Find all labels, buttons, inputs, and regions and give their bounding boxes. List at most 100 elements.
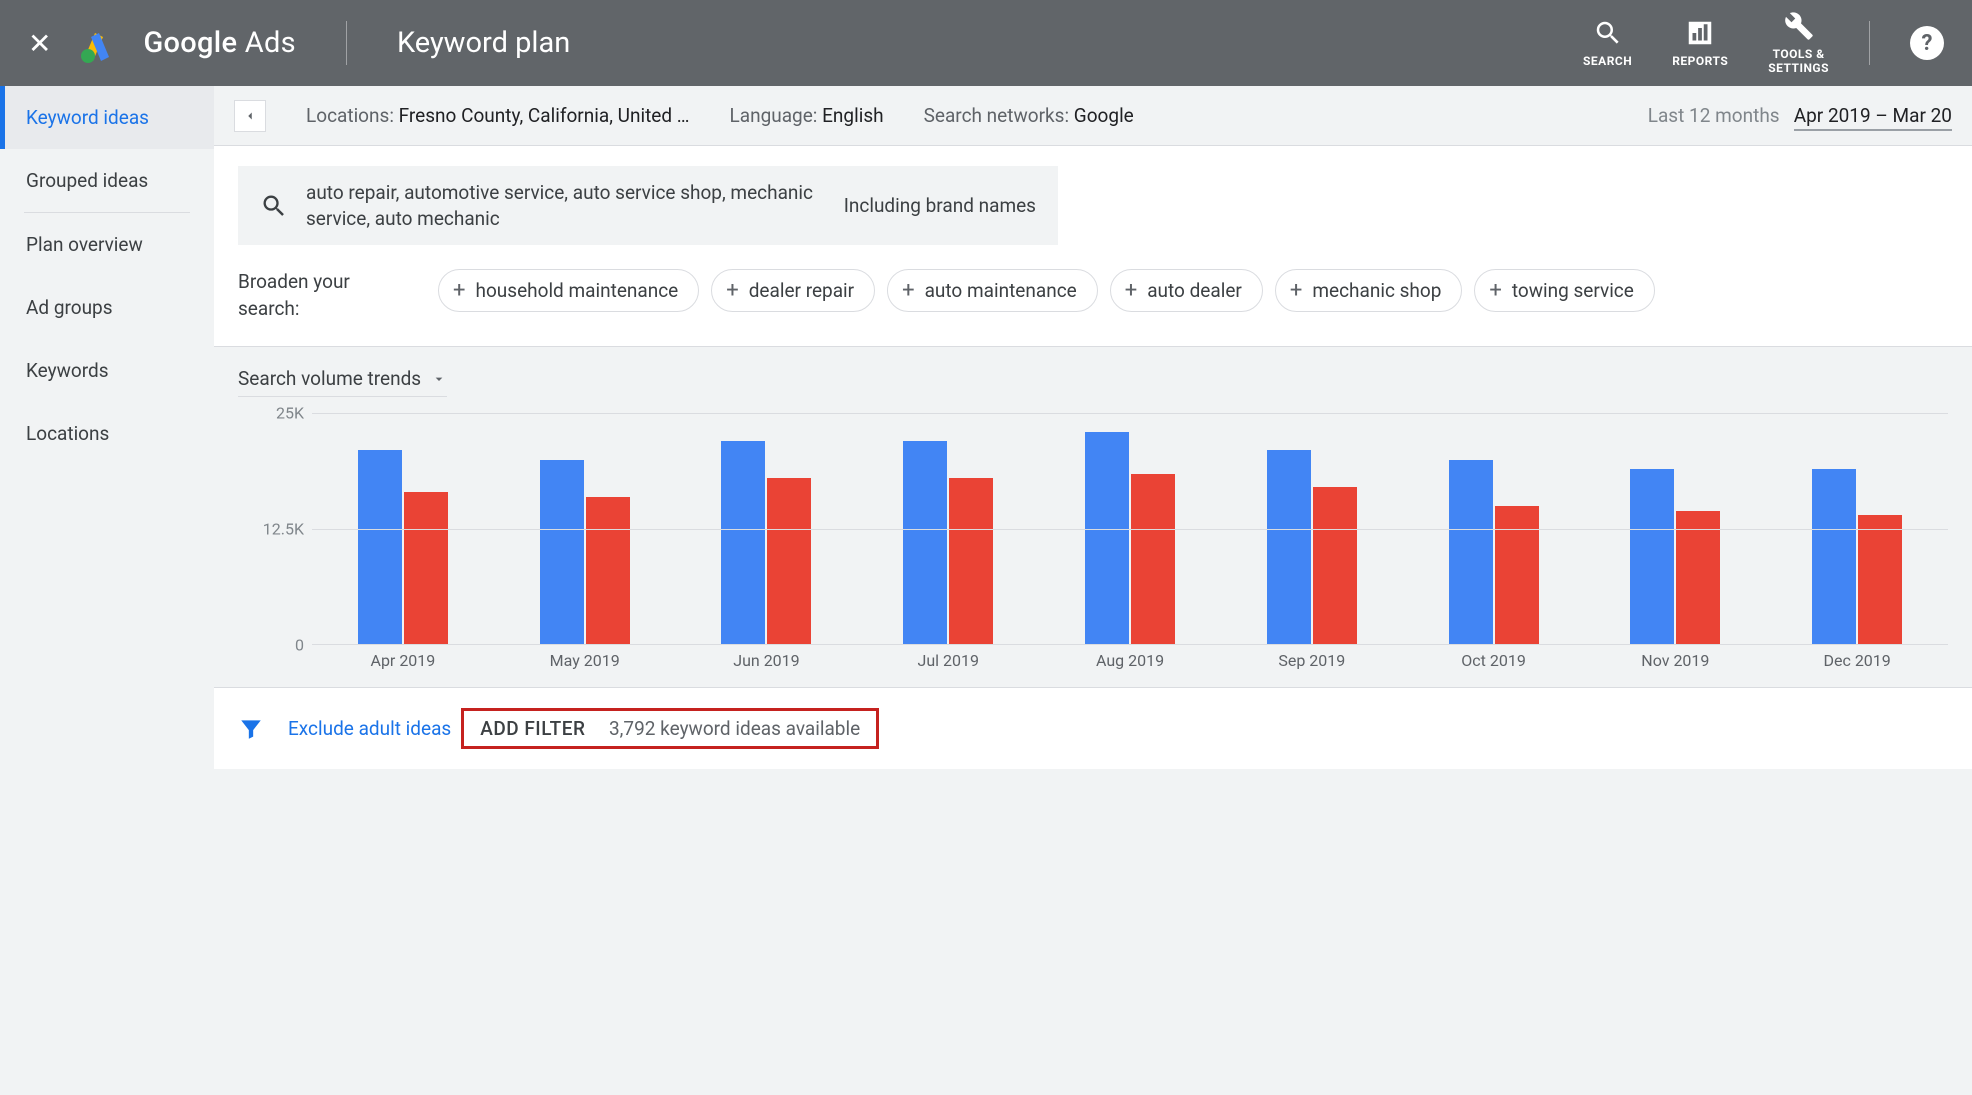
broaden-chip[interactable]: +towing service xyxy=(1474,269,1654,312)
chip-label: auto maintenance xyxy=(925,279,1077,302)
y-tick-label: 12.5K xyxy=(263,520,304,539)
broaden-chip[interactable]: + mechanic shop xyxy=(1275,269,1463,312)
chip-label: auto dealer xyxy=(1147,279,1242,302)
plus-icon: + xyxy=(1125,278,1137,303)
wrench-icon xyxy=(1784,11,1814,41)
chevron-left-icon xyxy=(243,109,257,123)
language-value: English xyxy=(822,104,883,127)
sidebar-item-ad-groups[interactable]: Ad groups xyxy=(0,276,214,339)
plus-icon: + xyxy=(1290,278,1302,303)
bar[interactable] xyxy=(358,450,402,644)
results-count: 3,792 keyword ideas available xyxy=(609,717,860,740)
exclude-adult-link[interactable]: Exclude adult ideas xyxy=(288,717,451,740)
bar[interactable] xyxy=(1495,506,1539,645)
help-button[interactable]: ? xyxy=(1910,26,1944,60)
locations-filter[interactable]: Locations: Fresno County, California, Un… xyxy=(306,104,690,127)
broaden-search: Broaden your search: +household maintena… xyxy=(214,255,1972,346)
bar[interactable] xyxy=(1812,469,1856,645)
date-range-filter[interactable]: Last 12 months Apr 2019 – Mar 20 xyxy=(1648,104,1952,127)
broaden-chip[interactable]: +household maintenance xyxy=(438,269,699,312)
x-tick-label: Dec 2019 xyxy=(1766,645,1948,673)
sidebar-item-locations[interactable]: Locations xyxy=(0,402,214,465)
filter-bar: Locations: Fresno County, California, Un… xyxy=(214,86,1972,146)
page-title: Keyword plan xyxy=(397,26,570,60)
x-tick-label: Sep 2019 xyxy=(1221,645,1403,673)
reports-nav[interactable]: REPORTS xyxy=(1672,18,1728,68)
language-filter[interactable]: Language: English xyxy=(730,104,884,127)
brand-names-toggle: Including brand names xyxy=(844,193,1036,219)
broaden-chip[interactable]: + dealer repair xyxy=(711,269,875,312)
x-tick-label: May 2019 xyxy=(494,645,676,673)
bar[interactable] xyxy=(404,492,448,644)
seed-card: auto repair, automotive service, auto se… xyxy=(214,146,1972,347)
bar[interactable] xyxy=(1267,450,1311,644)
bar[interactable] xyxy=(1630,469,1674,645)
add-filter-button[interactable]: ADD FILTER xyxy=(480,717,585,740)
divider xyxy=(1869,21,1870,65)
main-content: Locations: Fresno County, California, Un… xyxy=(214,86,1972,1095)
locations-value: Fresno County, California, United … xyxy=(399,104,690,127)
search-label: SEARCH xyxy=(1583,54,1632,68)
seed-keywords-input[interactable]: auto repair, automotive service, auto se… xyxy=(238,166,1058,245)
bar[interactable] xyxy=(1858,515,1902,644)
filter-icon[interactable] xyxy=(238,716,264,742)
x-axis: Apr 2019May 2019Jun 2019Jul 2019Aug 2019… xyxy=(312,645,1948,673)
reports-icon xyxy=(1685,18,1715,48)
networks-value: Google xyxy=(1074,104,1134,127)
bar[interactable] xyxy=(540,460,584,645)
broaden-chip[interactable]: + auto maintenance xyxy=(887,269,1098,312)
chevron-down-icon xyxy=(431,371,447,387)
x-tick-label: Jul 2019 xyxy=(857,645,1039,673)
y-axis: 012.5K25K xyxy=(238,413,312,645)
bar[interactable] xyxy=(949,478,993,644)
close-icon[interactable]: ✕ xyxy=(28,27,51,60)
networks-filter[interactable]: Search networks: Google xyxy=(924,104,1134,127)
chart-title-text: Search volume trends xyxy=(238,367,421,390)
results-toolbar: Exclude adult ideas ADD FILTER 3,792 key… xyxy=(214,687,1972,769)
bar[interactable] xyxy=(767,478,811,644)
chart-title-dropdown[interactable]: Search volume trends xyxy=(238,367,447,397)
locations-label: Locations: xyxy=(306,104,394,127)
bar[interactable] xyxy=(721,441,765,644)
tools-nav[interactable]: TOOLS & SETTINGS xyxy=(1768,11,1829,76)
x-tick-label: Jun 2019 xyxy=(676,645,858,673)
sidebar-item-plan-overview[interactable]: Plan overview xyxy=(0,213,214,276)
x-tick-label: Apr 2019 xyxy=(312,645,494,673)
sidebar: Keyword ideas Grouped ideas Plan overvie… xyxy=(0,86,214,1095)
plus-icon: + xyxy=(726,278,738,303)
chip-label: mechanic shop xyxy=(1312,279,1441,302)
date-value: Apr 2019 – Mar 20 xyxy=(1794,104,1952,131)
bar[interactable] xyxy=(1676,511,1720,645)
search-nav[interactable]: SEARCH xyxy=(1583,18,1632,68)
broaden-chip[interactable]: + auto dealer xyxy=(1110,269,1263,312)
networks-label: Search networks: xyxy=(924,104,1069,127)
chip-label: dealer repair xyxy=(749,279,854,302)
search-icon xyxy=(1593,18,1623,48)
x-tick-label: Oct 2019 xyxy=(1403,645,1585,673)
bar[interactable] xyxy=(903,441,947,644)
reports-label: REPORTS xyxy=(1672,54,1728,68)
bar[interactable] xyxy=(1313,487,1357,644)
y-tick-label: 0 xyxy=(295,636,304,655)
divider xyxy=(346,21,347,65)
date-label: Last 12 months xyxy=(1648,104,1780,127)
x-tick-label: Aug 2019 xyxy=(1039,645,1221,673)
broaden-label: Broaden your search: xyxy=(238,269,408,322)
chip-label: household maintenance xyxy=(475,279,678,302)
y-tick-label: 25K xyxy=(276,404,304,423)
bar[interactable] xyxy=(586,497,630,645)
sidebar-item-grouped-ideas[interactable]: Grouped ideas xyxy=(0,149,214,212)
bar[interactable] xyxy=(1449,460,1493,645)
bar[interactable] xyxy=(1085,432,1129,645)
bar[interactable] xyxy=(1131,474,1175,645)
app-header: ✕ Google Ads Keyword plan SEARCH REPORTS… xyxy=(0,0,1972,86)
chart: 012.5K25K Apr 2019May 2019Jun 2019Jul 20… xyxy=(238,413,1948,673)
seed-keywords-text: auto repair, automotive service, auto se… xyxy=(306,180,826,231)
sidebar-item-keyword-ideas[interactable]: Keyword ideas xyxy=(0,86,214,149)
header-right: SEARCH REPORTS TOOLS & SETTINGS ? xyxy=(1583,11,1944,76)
plus-icon: + xyxy=(902,278,914,303)
sidebar-item-keywords[interactable]: Keywords xyxy=(0,339,214,402)
header-left: ✕ Google Ads Keyword plan xyxy=(28,21,570,65)
collapse-sidebar-button[interactable] xyxy=(234,100,266,132)
language-label: Language: xyxy=(730,104,818,127)
